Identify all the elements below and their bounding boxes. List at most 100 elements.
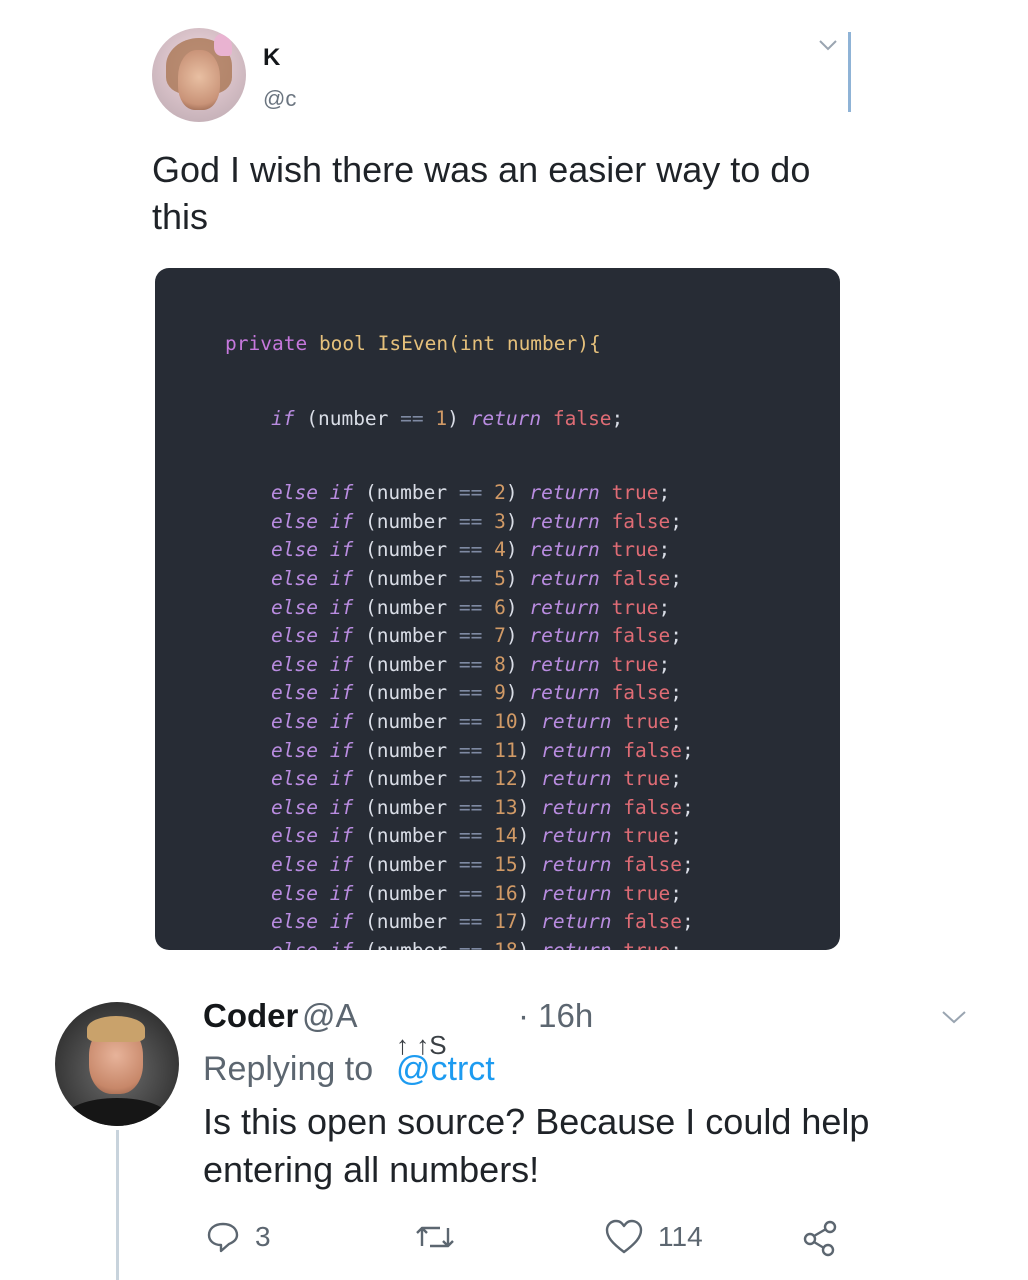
code-block: private bool IsEven(int number){ if (num… [225,284,694,950]
code-if: if [329,652,354,676]
code-return: return [529,481,600,505]
code-header-line: private bool IsEven(int number){ [225,330,694,359]
code-var: (number [364,795,448,819]
share-button[interactable] [800,1218,840,1258]
like-count: 114 [658,1221,703,1252]
code-var: (number [364,595,448,619]
code-else: else [271,709,318,733]
code-type: bool [318,332,366,355]
code-line: else if (number == 9) return false; [271,681,683,705]
code-else: else [271,910,318,934]
reply-button[interactable]: 3 [205,1220,271,1254]
code-line: else if (number == 8) return true; [271,652,671,676]
code-var: (number [364,538,448,562]
retweet-button[interactable] [414,1220,470,1254]
code-return: return [541,824,612,848]
code-op: == [458,881,483,905]
code-op: == [400,406,424,430]
code-op: == [458,738,483,762]
code-bool: false [611,681,671,705]
code-var: (number [364,681,448,705]
code-bool: false [611,624,671,648]
code-bool: true [623,939,670,950]
code-else: else [271,652,318,676]
code-if: if [329,795,354,819]
code-line: else if (number == 11) return false; [271,738,694,762]
avatar-shirt [65,1098,169,1126]
code-line: else if (number == 13) return false; [271,795,694,819]
code-bool: false [611,509,671,533]
code-bool: true [611,652,659,676]
reply-author-avatar[interactable] [55,1002,179,1126]
code-bool: false [623,910,682,934]
avatar-hair [87,1016,145,1042]
code-return: return [541,939,611,950]
code-else: else [271,824,318,848]
code-function-name: IsEven( [377,332,460,355]
code-number: 12 [494,767,518,791]
share-icon [800,1218,840,1258]
code-if: if [329,767,354,791]
code-return: return [529,566,600,590]
code-param: number){ [506,332,601,355]
code-var: (number [364,881,448,905]
code-return: return [541,881,612,905]
reply-timestamp[interactable]: · 16h [518,997,593,1035]
code-op: == [458,624,483,648]
code-return: return [470,406,542,430]
code-keyword: private [225,332,308,355]
code-line: else if (number == 6) return true; [271,595,671,619]
code-line: else if (number == 4) return true; [271,538,671,562]
code-op: == [458,481,483,505]
code-op: == [458,767,483,791]
comment-bubble-icon [205,1220,241,1254]
code-bool: true [623,881,671,905]
reply-author-name[interactable]: Coder [203,997,298,1035]
code-line: else if (number == 16) return true; [271,881,683,905]
code-return: return [529,509,600,533]
code-line: else if (number == 5) return false; [271,566,683,590]
code-number: 15 [494,852,518,876]
code-var: (number [365,939,447,950]
code-if: if [329,738,354,762]
code-number: 18 [494,939,517,950]
code-line: else if (number == 10) return true; [271,709,683,733]
code-if: if [329,852,354,876]
code-number: 8 [494,652,506,676]
code-if: if [329,566,354,590]
code-bool: true [623,709,671,733]
code-bool: true [611,595,659,619]
code-return: return [529,681,600,705]
chevron-down-icon[interactable] [818,38,838,52]
reply-author-handle[interactable]: @A [302,997,358,1035]
code-if: if [329,538,354,562]
code-param-type: int [459,332,496,355]
code-if: if [329,595,354,619]
code-return: return [529,624,600,648]
code-else: else [271,566,318,590]
code-line: else if (number == 17) return false; [271,910,694,934]
code-line: else if (number == 15) return false; [271,852,694,876]
code-if: if [271,406,295,430]
author-handle[interactable]: @c [263,86,296,112]
code-else: else [271,939,318,950]
code-number: 11 [494,738,518,762]
code-if: if [329,881,354,905]
code-else: else [271,795,318,819]
code-op: == [458,910,483,934]
code-return: return [541,795,612,819]
code-return: return [529,538,600,562]
author-name[interactable]: K [263,44,280,72]
code-bool: true [623,824,671,848]
code-number: 2 [494,481,506,505]
author-avatar[interactable] [152,28,246,122]
code-if: if [329,624,354,648]
code-op: == [458,852,483,876]
code-screenshot[interactable]: private bool IsEven(int number){ if (num… [155,268,840,950]
replying-to-handle-link[interactable]: @ctrct [396,1050,495,1089]
like-button[interactable]: 114 [604,1218,703,1256]
retweet-icon [414,1220,456,1254]
code-op: == [458,509,483,533]
chevron-down-icon[interactable] [940,1008,968,1026]
code-op: == [459,939,482,950]
